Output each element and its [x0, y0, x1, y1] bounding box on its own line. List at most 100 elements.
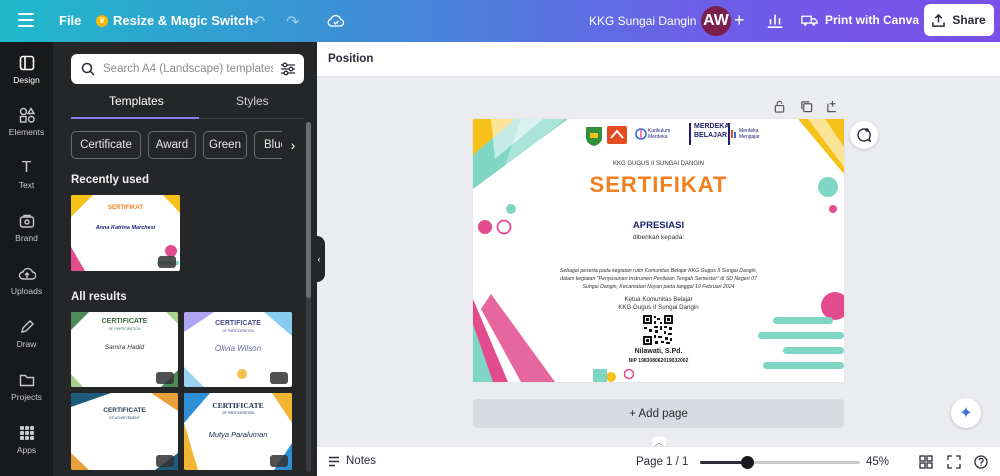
print-button[interactable]: Print with Canva [801, 13, 919, 27]
tab-divider [199, 118, 304, 119]
fullscreen-icon[interactable] [947, 455, 961, 469]
template-badge-icon [156, 372, 174, 384]
comment-button[interactable] [850, 121, 878, 149]
analytics-icon[interactable] [766, 11, 784, 29]
rail-item-uploads[interactable]: Uploads [0, 265, 53, 305]
signer-role: KKG Gugus II Sungai Dangin [618, 304, 699, 311]
thumb-name: Olivia Wilson [214, 344, 262, 353]
tab-templates[interactable]: Templates [109, 94, 164, 108]
rail-label: Apps [16, 445, 37, 455]
avatar[interactable]: AW [701, 6, 731, 36]
notes-label: Notes [346, 455, 377, 467]
merdeka-mengajar-logo-icon [731, 130, 736, 138]
context-toolbar: Position [317, 42, 1000, 77]
template-thumb[interactable]: CERTIFICATE OF PARTICIPATION Mutya Paral… [184, 393, 292, 470]
template-badge-icon [270, 372, 288, 384]
qr-code-icon [642, 314, 674, 346]
chip-green[interactable]: Green [203, 131, 247, 159]
thumb-title: CERTIFICATE [103, 407, 146, 414]
document-title[interactable]: KKG Sungai Dangin [589, 14, 696, 28]
menu-icon[interactable] [18, 13, 34, 27]
crown-icon: ♛ [96, 14, 108, 27]
help-icon[interactable] [974, 455, 988, 469]
zoom-level[interactable]: 45% [866, 456, 889, 468]
add-page-button[interactable]: + Add page [473, 399, 844, 428]
filter-icon[interactable] [280, 61, 296, 77]
text-icon: T [21, 159, 32, 176]
file-menu[interactable]: File [59, 13, 81, 28]
upload-icon [932, 13, 946, 27]
lock-icon[interactable] [773, 100, 786, 113]
apps-icon [18, 424, 36, 442]
magic-assistant-button[interactable]: ✦ [951, 398, 981, 428]
template-thumb[interactable]: CERTIFICATE OF ACHIEVEMENT [71, 393, 178, 470]
elements-icon [18, 106, 36, 124]
panel-scrollbar-thumb[interactable] [306, 122, 311, 298]
position-button[interactable]: Position [328, 53, 373, 65]
rail-label: Text [18, 180, 35, 190]
rail-item-draw[interactable]: Draw [0, 318, 53, 358]
thumb-name: Anna Katrina Marchesi [95, 225, 156, 231]
collapse-panel-handle[interactable]: ‹ [313, 236, 325, 282]
chip-award[interactable]: Award [148, 131, 196, 159]
certificate-subtitle: APRESIASI [632, 220, 685, 231]
rail-item-brand[interactable]: Brand [0, 212, 53, 252]
thumb-subtitle: OF PARTICIPATION [222, 411, 254, 415]
kurikulum-merdeka-logo-icon [635, 128, 647, 140]
thumb-title: CERTIFICATE [101, 318, 148, 325]
chip-certificate[interactable]: Certificate [71, 131, 141, 159]
templates-panel: Templates Styles Certificate Award Green… [53, 42, 317, 476]
design-page[interactable]: Kurikulum Merdeka MERDEKA BELAJAR Merdek… [473, 119, 844, 382]
share-button[interactable]: Share [924, 4, 994, 36]
search-box[interactable] [71, 54, 304, 84]
redo-icon[interactable]: ↷ [286, 12, 299, 32]
rail-item-apps[interactable]: Apps [0, 424, 53, 464]
resize-button[interactable]: ♛ Resize & Magic Switch [96, 13, 253, 28]
signer-role: Ketua Komunitas Belajar [624, 296, 693, 303]
zoom-slider-fill [700, 461, 748, 464]
rail-label: Design [13, 75, 40, 85]
rail-item-text[interactable]: T Text [0, 159, 53, 199]
brand-icon [18, 212, 36, 230]
template-badge-icon [270, 455, 288, 467]
thumb-subtitle: OF ACHIEVEMENT [109, 416, 140, 420]
duplicate-page-icon[interactable] [800, 100, 813, 113]
search-input[interactable] [103, 63, 273, 75]
rail-item-elements[interactable]: Elements [0, 106, 53, 146]
logo-text-merdeka-belajar: MERDEKA BELAJAR [694, 123, 730, 139]
grid-view-icon[interactable] [919, 455, 933, 469]
projects-icon [18, 371, 36, 389]
share-label: Share [952, 13, 986, 27]
top-bar: File ♛ Resize & Magic Switch ↶ ↷ KKG Sun… [0, 0, 1000, 42]
certificate-body-line: Sungai Dangin, Kecamatan Noyan pada tang… [582, 284, 735, 290]
rail-item-design[interactable]: Design [0, 54, 53, 94]
search-icon [81, 62, 95, 76]
thumb-subtitle: OF PARTICIPATION [222, 329, 254, 333]
certificate-org: KKG GUGUS II SUNGAI DANGIN [612, 161, 704, 167]
thumb-title: SERTIFIKAT [108, 205, 143, 211]
add-page-icon[interactable] [826, 100, 839, 113]
rail-item-projects[interactable]: Projects [0, 371, 53, 411]
notes-button[interactable]: Notes [328, 455, 376, 467]
certificate-given-to: diberikan kepada: [632, 234, 685, 241]
bottom-bar: Notes Page 1 / 1 45% [317, 446, 1000, 476]
certificate-body-line: dalam kegiatan "Penyusunan Instrumen Pen… [560, 276, 757, 282]
certificate-body-line: Sebagai peserta pada kegiatan rutin Komu… [559, 268, 758, 274]
add-collaborator-icon[interactable]: + [734, 10, 745, 31]
resize-label: Resize & Magic Switch [113, 13, 254, 28]
tab-styles[interactable]: Styles [236, 94, 269, 108]
template-badge-icon [158, 256, 176, 268]
cloud-icon[interactable] [326, 11, 346, 31]
zoom-slider-knob[interactable] [741, 456, 755, 469]
chevron-right-icon[interactable]: › [282, 131, 304, 159]
template-thumb[interactable]: CERTIFICATE OF PARTICIPATION Samira Hadi… [71, 312, 178, 387]
template-thumb[interactable]: CERTIFICATE OF PARTICIPATION Olivia Wils… [184, 312, 292, 387]
notes-icon [329, 456, 339, 466]
rail-label: Brand [15, 233, 38, 243]
recent-template-thumb[interactable]: SERTIFIKAT Anna Katrina Marchesi [71, 195, 180, 271]
rail-label: Elements [8, 127, 45, 137]
left-rail: Design Elements T Text Brand Uploads Dra… [0, 42, 53, 476]
tut-wuri-logo-icon [607, 126, 627, 144]
undo-icon[interactable]: ↶ [252, 12, 265, 32]
page-indicator[interactable]: Page 1 / 1 [636, 456, 688, 468]
